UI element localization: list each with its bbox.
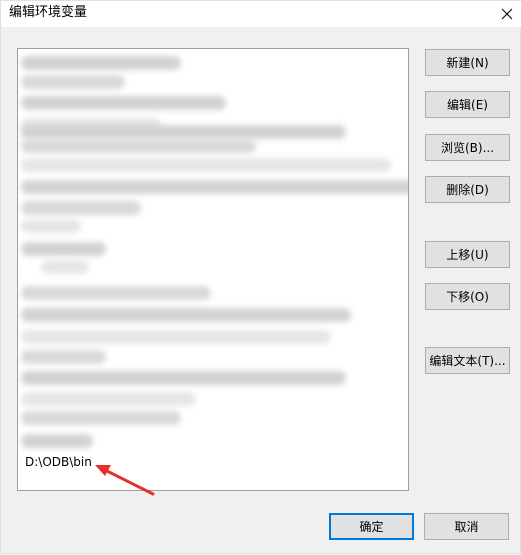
list-item[interactable] [19,215,407,235]
list-item[interactable] [19,282,407,302]
list-item[interactable] [19,304,407,324]
move-down-button[interactable]: 下移(O) [425,283,510,310]
edit-env-variable-dialog: 编辑环境变量 D:\ODB\bin 新建(N) 编辑(E) 浏览(B)... 删… [0,0,521,554]
list-item[interactable] [19,71,407,91]
list-item[interactable] [19,52,407,72]
list-item[interactable] [19,430,407,450]
browse-button[interactable]: 浏览(B)... [425,134,510,161]
path-entries-list[interactable]: D:\ODB\bin [17,48,409,491]
list-item-label: D:\ODB\bin [25,455,92,469]
delete-button[interactable]: 删除(D) [425,176,510,203]
list-item[interactable] [19,197,407,217]
list-item[interactable] [19,256,407,276]
edit-text-button[interactable]: 编辑文本(T)... [425,347,510,374]
list-item[interactable] [19,176,408,196]
list-item[interactable] [19,388,407,408]
window-title: 编辑环境变量 [9,5,88,20]
close-button[interactable] [492,1,521,27]
list-item[interactable] [19,326,407,346]
move-up-button[interactable]: 上移(U) [425,241,510,268]
list-item[interactable] [19,407,407,427]
title-bar: 编辑环境变量 [1,1,521,27]
list-item[interactable] [19,238,407,258]
ok-button[interactable]: 确定 [329,513,414,540]
list-item[interactable] [19,92,407,112]
close-icon [501,8,513,20]
cancel-button[interactable]: 取消 [424,513,509,540]
list-item[interactable] [19,346,407,366]
new-button[interactable]: 新建(N) [425,49,510,76]
edit-button[interactable]: 编辑(E) [425,91,510,118]
list-item[interactable] [19,154,407,174]
list-item[interactable] [19,135,407,155]
list-item-odb-bin[interactable]: D:\ODB\bin [19,452,407,472]
list-item[interactable] [19,367,407,387]
